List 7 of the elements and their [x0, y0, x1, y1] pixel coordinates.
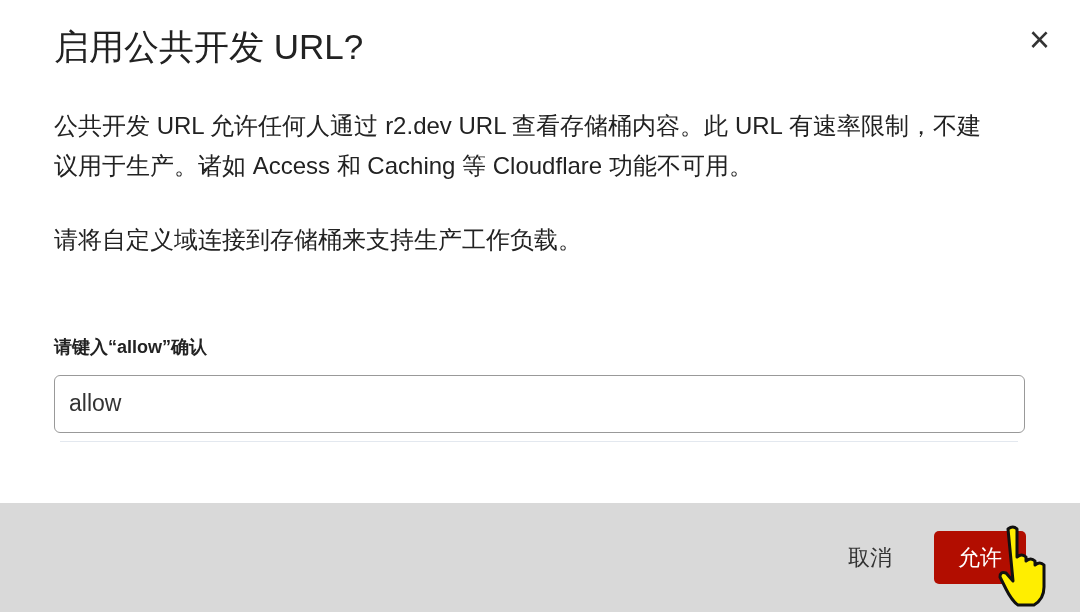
description-text: 请将自定义域连接到存储桶来支持生产工作负载。 — [54, 224, 583, 255]
cancel-button[interactable]: 取消 — [836, 533, 904, 582]
dialog-title: 启用公共开发 URL? — [54, 26, 365, 68]
close-button[interactable]: × — [1024, 18, 1054, 62]
description-text: 公共开发 URL 允许任何人通过 r2.dev URL 查看存储桶内容。此 URL 有速率限制，不建议用于生产。诸如 Access 和 Caching 等 Cloudflare 功能不可用。 — [54, 110, 982, 181]
field-label: 请键入“allow”确认 — [54, 335, 207, 359]
input-field[interactable]: allow — [54, 374, 1025, 433]
